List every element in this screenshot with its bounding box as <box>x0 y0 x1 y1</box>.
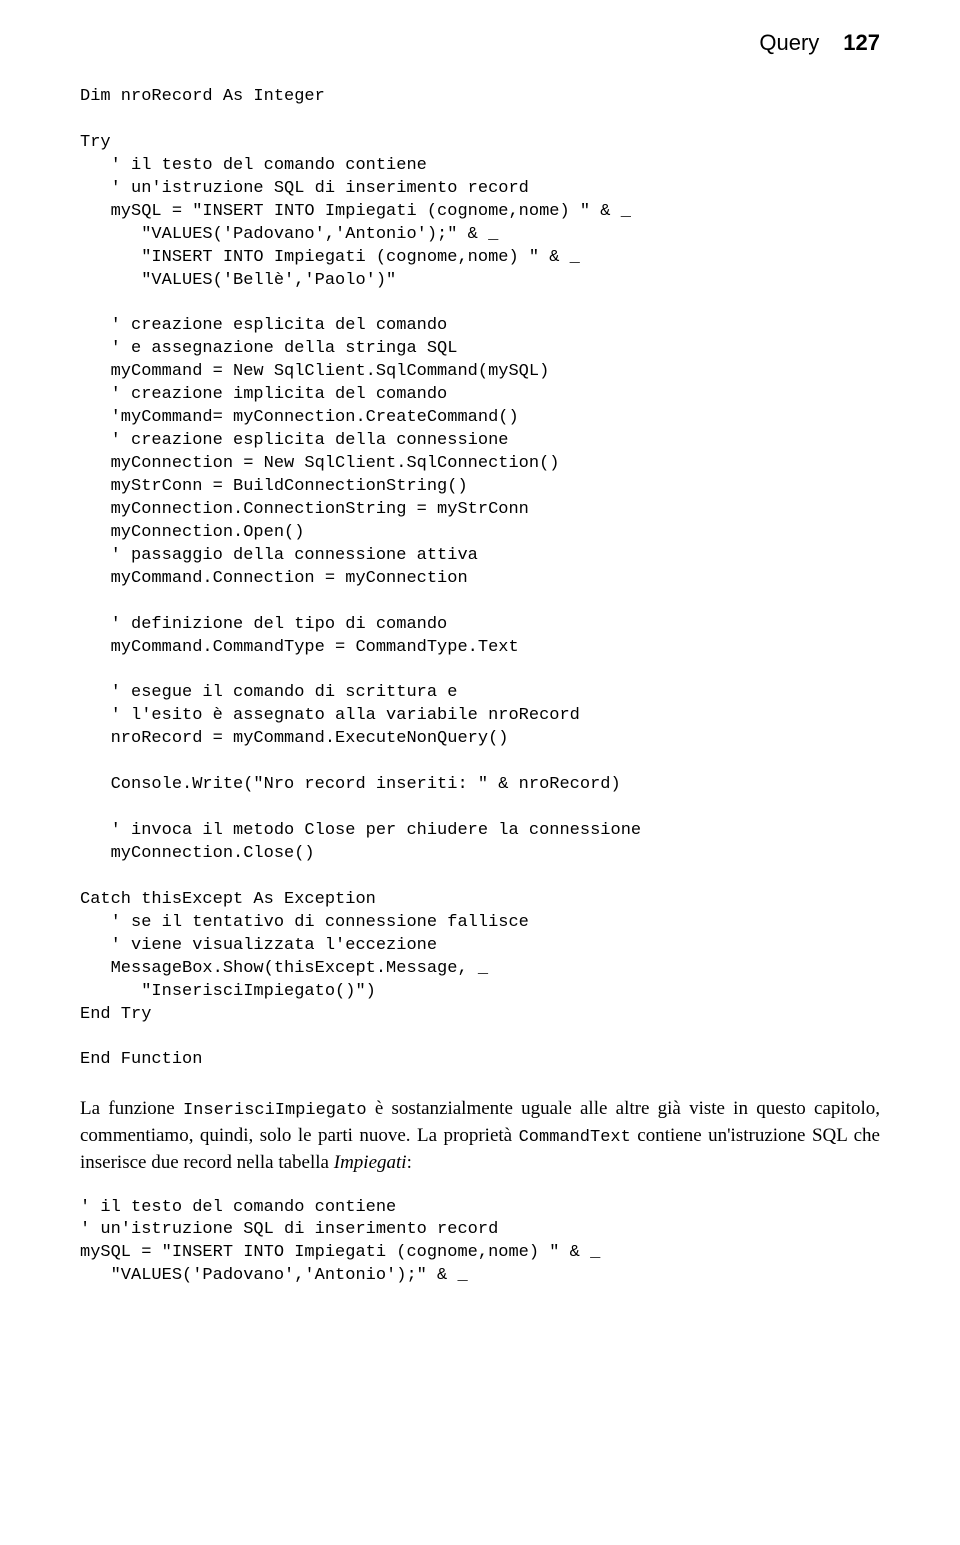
section-title: Query <box>759 30 819 56</box>
page-number: 127 <box>843 30 880 56</box>
text-fragment: : <box>407 1152 412 1173</box>
body-paragraph: La funzione InserisciImpiegato è sostanz… <box>80 1096 880 1176</box>
text-fragment: La funzione <box>80 1098 183 1119</box>
inline-code: CommandText <box>519 1128 631 1147</box>
page-header: Query 127 <box>80 30 880 56</box>
italic-term: Impiegati <box>334 1152 407 1173</box>
code-block-main: Dim nroRecord As Integer Try ' il testo … <box>80 86 880 1072</box>
inline-code: InserisciImpiegato <box>183 1101 367 1120</box>
code-block-snippet: ' il testo del comando contiene ' un'ist… <box>80 1197 880 1289</box>
